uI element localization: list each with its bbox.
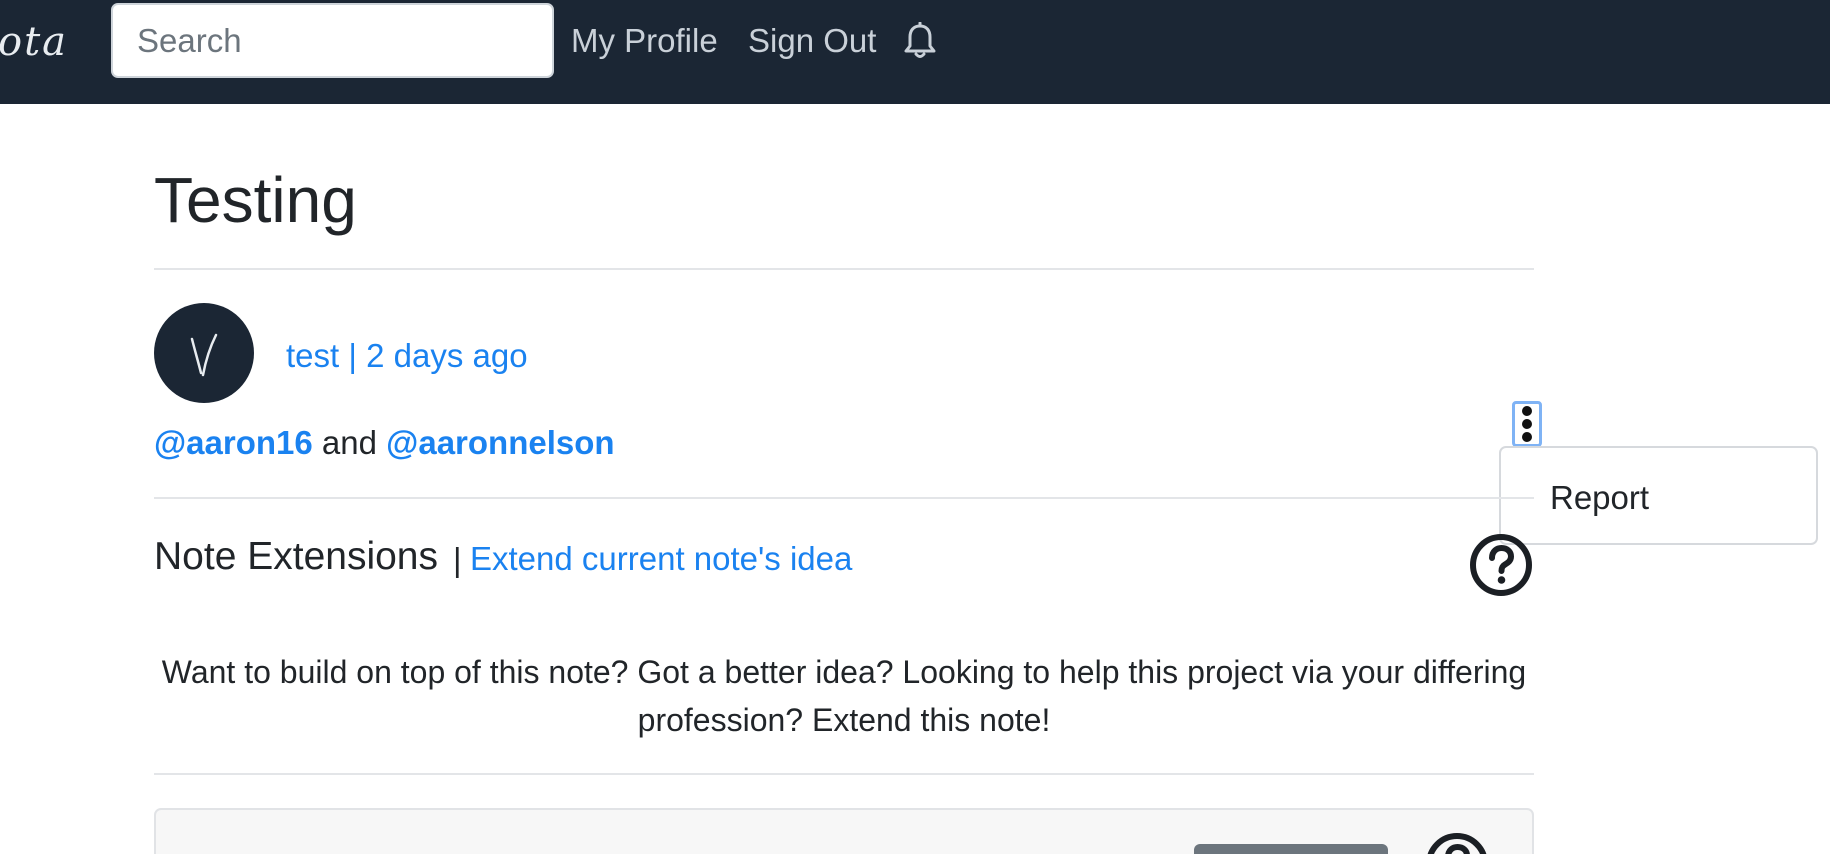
divider bbox=[154, 268, 1534, 270]
divider bbox=[154, 497, 1534, 499]
question-circle-icon[interactable] bbox=[1469, 533, 1533, 597]
mentions-line: @aaron16 and @aaronnelson bbox=[154, 419, 615, 467]
avatar[interactable] bbox=[154, 303, 254, 403]
card-action-button[interactable] bbox=[1194, 844, 1388, 854]
heading-separator: | bbox=[453, 541, 462, 578]
extensions-heading: Note Extensions bbox=[154, 535, 438, 578]
kebab-vertical-icon[interactable] bbox=[1512, 401, 1542, 447]
search-input[interactable] bbox=[111, 3, 554, 78]
extend-note-link[interactable]: Extend current note's idea bbox=[470, 537, 852, 581]
sign-out-link[interactable]: Sign Out bbox=[748, 12, 876, 70]
page-title: Testing bbox=[154, 164, 357, 236]
question-circle-icon[interactable] bbox=[1425, 832, 1489, 854]
avatar-letter-icon bbox=[190, 333, 218, 377]
report-menu-item[interactable]: Report bbox=[1550, 476, 1649, 520]
my-profile-link[interactable]: My Profile bbox=[571, 12, 718, 70]
top-navbar: ota My Profile Sign Out bbox=[0, 0, 1830, 104]
divider bbox=[154, 773, 1534, 775]
bell-icon[interactable] bbox=[903, 21, 937, 60]
author-meta-link[interactable]: test | 2 days ago bbox=[286, 334, 528, 378]
brand-logo[interactable]: ota bbox=[0, 12, 68, 72]
extensions-description: Want to build on top of this note? Got a… bbox=[161, 654, 1527, 738]
mention-link[interactable]: @aaron16 bbox=[154, 424, 313, 461]
mention-joiner: and bbox=[312, 424, 387, 461]
note-options-dropdown: Report bbox=[1499, 446, 1818, 545]
mention-link[interactable]: @aaronnelson bbox=[386, 424, 614, 461]
